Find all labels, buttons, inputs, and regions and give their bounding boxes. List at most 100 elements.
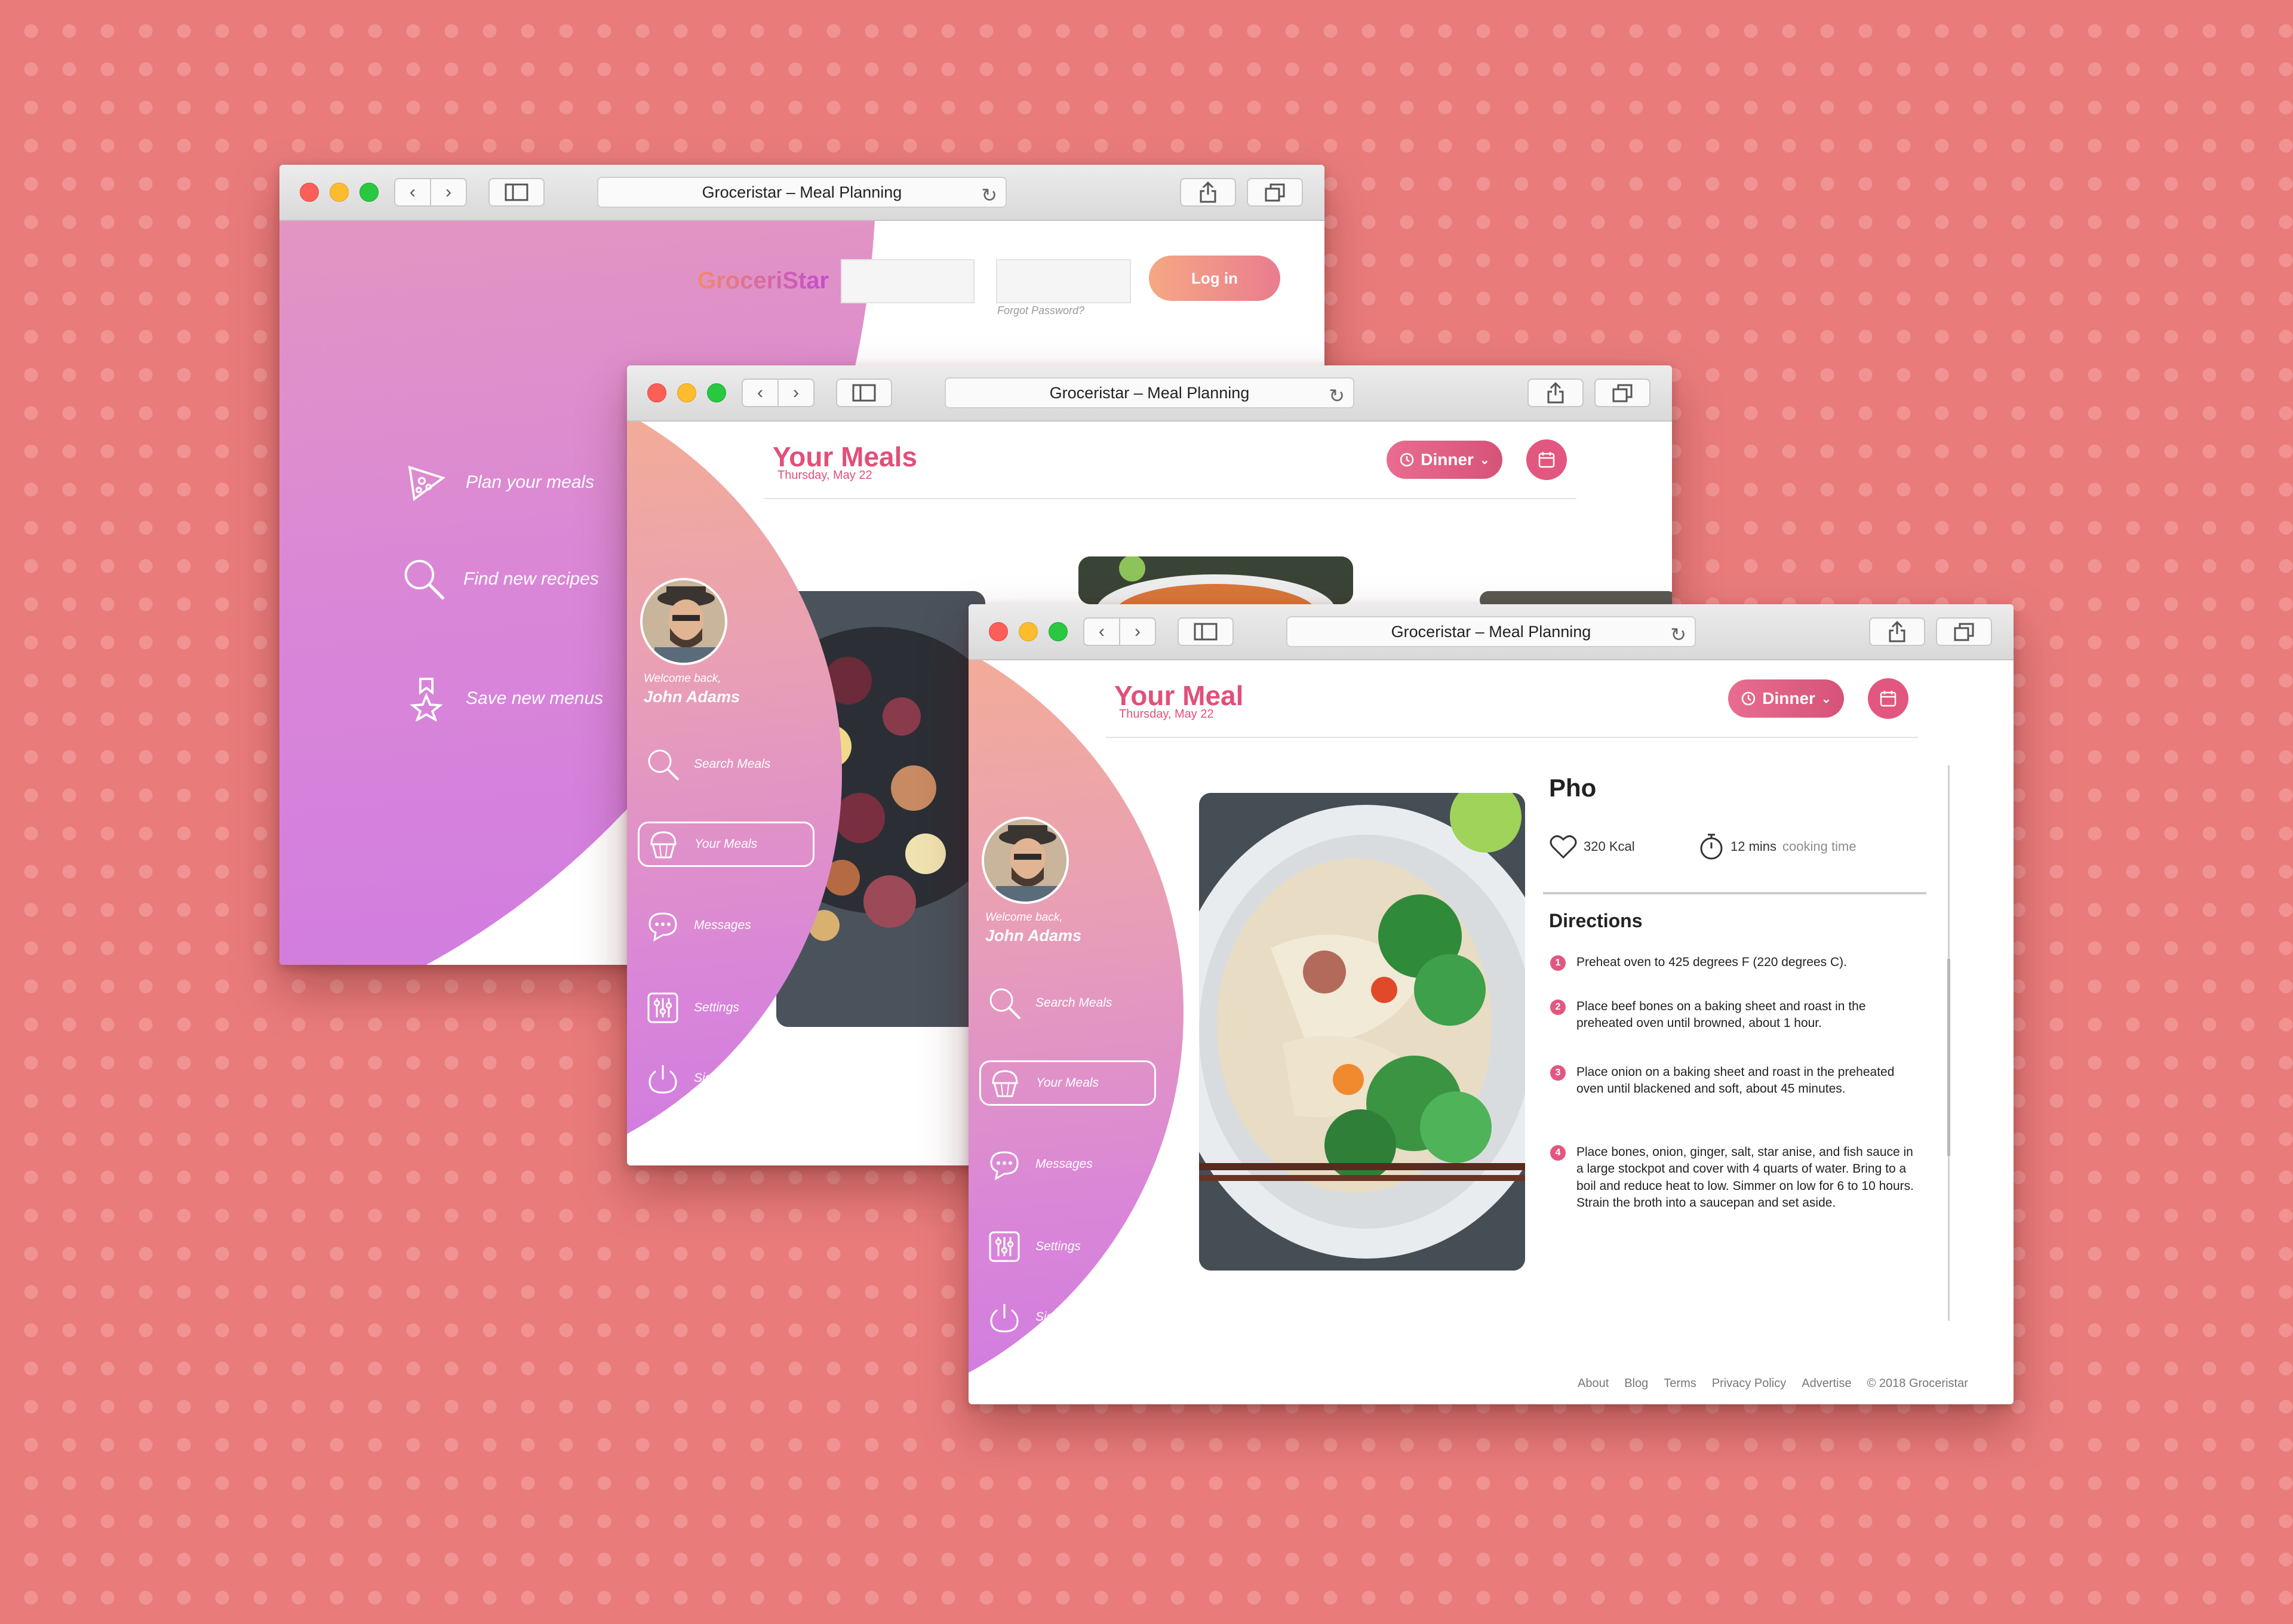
- bookmark-star-icon: [410, 678, 443, 721]
- sidebar-item-search-meals[interactable]: Search Meals: [986, 985, 1112, 1021]
- login-button[interactable]: Log in: [1149, 256, 1280, 301]
- header-divider: [1106, 737, 1918, 738]
- zoom-window-button[interactable]: [707, 383, 726, 402]
- minimize-window-button[interactable]: [677, 383, 696, 402]
- back-button[interactable]: ‹: [394, 178, 431, 207]
- password-field[interactable]: [996, 259, 1131, 303]
- calendar-button[interactable]: [1526, 439, 1567, 480]
- zoom-window-button[interactable]: [1049, 622, 1068, 641]
- calendar-button[interactable]: [1868, 678, 1908, 719]
- forward-button[interactable]: ›: [1119, 617, 1156, 646]
- footer-link-about[interactable]: About: [1578, 1377, 1609, 1391]
- calendar-icon: [1880, 691, 1897, 707]
- user-name: John Adams: [644, 688, 740, 706]
- tabs-button[interactable]: [1936, 617, 1992, 646]
- close-window-button[interactable]: [647, 383, 666, 402]
- sidebar-toggle-button[interactable]: [1178, 617, 1234, 646]
- tabs-icon: [1265, 183, 1285, 202]
- address-bar[interactable]: Groceristar – Meal Planning ↻: [945, 377, 1354, 408]
- sidebar-toggle-button[interactable]: [836, 379, 892, 407]
- direction-step: 2 Place beef bones on a baking sheet and…: [1550, 998, 1920, 1032]
- username-field[interactable]: [841, 259, 975, 303]
- meal-type-dropdown[interactable]: Dinner ⌄: [1728, 679, 1844, 718]
- address-bar[interactable]: Groceristar – Meal Planning ↻: [1286, 616, 1696, 647]
- sidebar-item-label: Sign Out: [1035, 1310, 1084, 1324]
- browser-toolbar: ‹ › Groceristar – Meal Planning ↻: [969, 604, 2014, 660]
- minimize-window-button[interactable]: [1019, 622, 1038, 641]
- zoom-window-button[interactable]: [359, 183, 379, 202]
- reload-icon[interactable]: ↻: [1329, 385, 1345, 407]
- recipe-image: [1199, 793, 1525, 1271]
- footer-link-advertise[interactable]: Advertise: [1802, 1377, 1851, 1391]
- feature-label: Save new menus: [466, 688, 604, 708]
- calories-value: 320 Kcal: [1584, 839, 1635, 854]
- search-icon: [648, 749, 680, 781]
- meal-detail-window: ‹ › Groceristar – Meal Planning ↻ Your M…: [969, 604, 2014, 1404]
- chevron-left-icon: ‹: [757, 383, 763, 402]
- address-bar[interactable]: Groceristar – Meal Planning ↻: [597, 177, 1007, 208]
- sidebar-item-settings[interactable]: Settings: [986, 1229, 1081, 1265]
- sidebar-item-your-meals[interactable]: Your Meals: [979, 1060, 1156, 1106]
- sliders-icon: [647, 992, 678, 1023]
- tabs-icon: [1954, 623, 1974, 641]
- share-icon: [1200, 182, 1216, 203]
- calendar-icon: [1538, 452, 1555, 468]
- sidebar-item-your-meals[interactable]: Your Meals: [638, 822, 814, 867]
- forgot-password-link[interactable]: Forgot Password?: [997, 304, 1084, 317]
- user-name: John Adams: [985, 927, 1082, 945]
- sidebar-item-search-meals[interactable]: Search Meals: [645, 746, 770, 782]
- feature-plan-meals: Plan your meals: [404, 460, 594, 505]
- chevron-down-icon: ⌄: [1479, 453, 1490, 467]
- forward-button[interactable]: ›: [777, 379, 814, 407]
- back-button[interactable]: ‹: [1083, 617, 1120, 646]
- sidebar-item-label: Your Meals: [1036, 1076, 1099, 1090]
- minimize-window-button[interactable]: [330, 183, 349, 202]
- meal-type-label: Dinner: [1421, 450, 1474, 469]
- sidebar-icon: [852, 384, 876, 402]
- brand-logo: GroceriStar: [697, 267, 829, 294]
- sidebar-item-messages[interactable]: Messages: [986, 1146, 1093, 1182]
- step-number-badge: 3: [1550, 1065, 1566, 1081]
- sidebar-item-label: Search Meals: [694, 757, 771, 771]
- avatar[interactable]: [640, 578, 727, 665]
- direction-step: 4 Place bones, onion, ginger, salt, star…: [1550, 1144, 1920, 1211]
- sidebar-item-sign-out[interactable]: Sign Out: [645, 1060, 743, 1096]
- meal-type-label: Dinner: [1762, 689, 1815, 708]
- footer-link-privacy[interactable]: Privacy Policy: [1712, 1377, 1786, 1391]
- chevron-right-icon: ›: [793, 383, 799, 402]
- details-scrollbar-thumb[interactable]: [1947, 959, 1950, 1156]
- footer-links: About Blog Terms Privacy Policy Advertis…: [1578, 1377, 1968, 1391]
- sidebar-item-label: Messages: [1035, 1157, 1093, 1171]
- sidebar-item-sign-out[interactable]: Sign Out: [986, 1299, 1084, 1335]
- sidebar-item-label: Messages: [694, 918, 751, 932]
- feature-label: Find new recipes: [463, 569, 599, 589]
- sidebar-item-settings[interactable]: Settings: [645, 990, 739, 1026]
- share-button[interactable]: [1527, 379, 1584, 407]
- sidebar-item-messages[interactable]: Messages: [645, 908, 751, 943]
- sidebar-toggle-button[interactable]: [488, 178, 545, 207]
- heart-icon: [1550, 835, 1577, 859]
- chat-bubble-icon: [990, 1151, 1019, 1180]
- cupcake-icon: [650, 831, 677, 859]
- power-icon: [648, 1065, 677, 1094]
- close-window-button[interactable]: [989, 622, 1008, 641]
- welcome-text: Welcome back,: [644, 672, 721, 685]
- power-icon: [990, 1304, 1019, 1333]
- reload-icon[interactable]: ↻: [1670, 623, 1686, 646]
- back-button[interactable]: ‹: [742, 379, 779, 407]
- avatar[interactable]: [982, 817, 1069, 904]
- tabs-button[interactable]: [1247, 178, 1303, 207]
- share-button[interactable]: [1180, 178, 1236, 207]
- page-date: Thursday, May 22: [1119, 708, 1214, 721]
- chevron-right-icon: ›: [445, 182, 451, 202]
- reload-icon[interactable]: ↻: [981, 184, 997, 207]
- close-window-button[interactable]: [300, 183, 319, 202]
- meal-card-image[interactable]: [1078, 556, 1353, 604]
- footer-link-terms[interactable]: Terms: [1664, 1377, 1696, 1391]
- forward-button[interactable]: ›: [430, 178, 467, 207]
- tabs-button[interactable]: [1594, 379, 1650, 407]
- chevron-left-icon: ‹: [410, 182, 416, 202]
- meal-type-dropdown[interactable]: Dinner ⌄: [1387, 441, 1502, 479]
- footer-link-blog[interactable]: Blog: [1624, 1377, 1648, 1391]
- share-button[interactable]: [1869, 617, 1925, 646]
